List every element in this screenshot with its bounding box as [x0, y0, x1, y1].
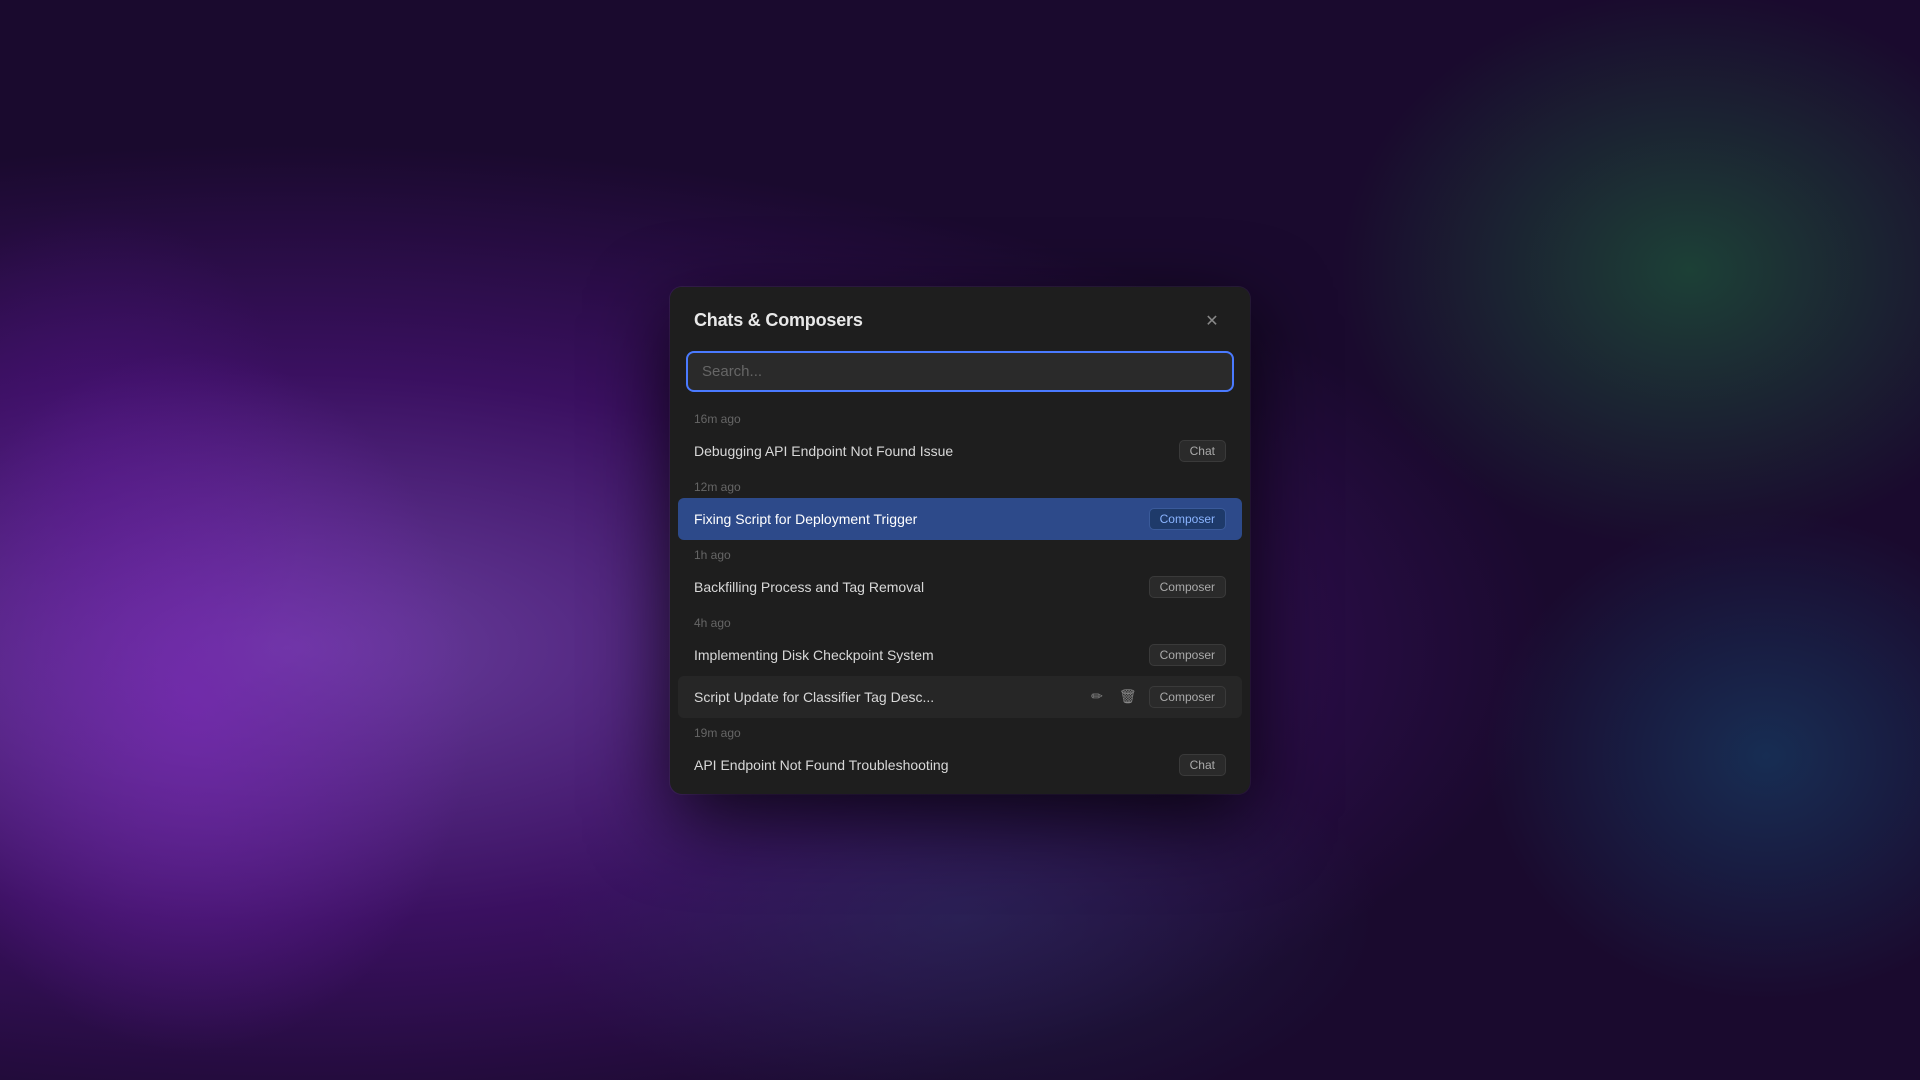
item-title: Script Update for Classifier Tag Desc...	[694, 689, 1077, 705]
time-separator-19m: 19m ago	[670, 718, 1250, 744]
modal-title: Chats & Composers	[694, 310, 863, 331]
modal-overlay: Chats & Composers ✕ 16m ago Debugging AP…	[670, 287, 1250, 794]
badge-chat: Chat	[1179, 754, 1226, 776]
item-actions: ✏ 🗑 Composer	[1087, 686, 1226, 708]
list-item[interactable]: Backfilling Process and Tag Removal Comp…	[678, 566, 1242, 608]
item-title: Implementing Disk Checkpoint System	[694, 647, 1139, 663]
time-separator-12m: 12m ago	[670, 472, 1250, 498]
badge-composer: Composer	[1149, 508, 1226, 530]
close-icon: ✕	[1205, 311, 1218, 331]
modal-header: Chats & Composers ✕	[670, 287, 1250, 351]
badge-composer: Composer	[1149, 644, 1226, 666]
list-item-active[interactable]: Fixing Script for Deployment Trigger Com…	[678, 498, 1242, 540]
list-item-hovered[interactable]: Script Update for Classifier Tag Desc...…	[678, 676, 1242, 718]
edit-icon[interactable]: ✏	[1087, 686, 1107, 707]
time-separator-4h: 4h ago	[670, 608, 1250, 634]
badge-composer: Composer	[1149, 576, 1226, 598]
search-input[interactable]	[686, 351, 1234, 392]
list-item[interactable]: Debugging API Endpoint Not Found Issue C…	[678, 430, 1242, 472]
badge-chat: Chat	[1179, 440, 1226, 462]
badge-composer: Composer	[1149, 686, 1226, 708]
chats-composers-modal: Chats & Composers ✕ 16m ago Debugging AP…	[670, 287, 1250, 794]
list-item[interactable]: API Endpoint Not Found Troubleshooting C…	[678, 744, 1242, 786]
item-title: Fixing Script for Deployment Trigger	[694, 511, 1139, 527]
list-item[interactable]: Implementing Disk Checkpoint System Comp…	[678, 634, 1242, 676]
item-title: Debugging API Endpoint Not Found Issue	[694, 443, 1169, 459]
time-separator-16m: 16m ago	[670, 404, 1250, 430]
item-title: API Endpoint Not Found Troubleshooting	[694, 757, 1169, 773]
search-container	[670, 351, 1250, 404]
chat-list[interactable]: 16m ago Debugging API Endpoint Not Found…	[670, 404, 1250, 794]
item-title: Backfilling Process and Tag Removal	[694, 579, 1139, 595]
delete-icon[interactable]: 🗑	[1115, 686, 1141, 707]
close-button[interactable]: ✕	[1198, 307, 1226, 335]
time-separator-1h: 1h ago	[670, 540, 1250, 566]
